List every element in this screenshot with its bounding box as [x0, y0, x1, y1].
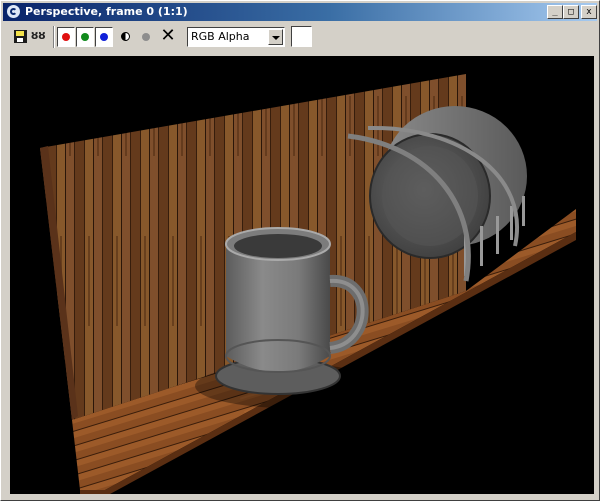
- blue-channel-toggle[interactable]: [95, 27, 113, 47]
- clone-button[interactable]: ȣȣ: [31, 27, 51, 47]
- maximize-button[interactable]: □: [563, 5, 579, 19]
- chevron-down-icon[interactable]: [268, 29, 283, 45]
- half-circle-icon: [121, 32, 130, 41]
- minimize-button[interactable]: _: [547, 5, 563, 19]
- channel-display-value: RGB Alpha: [191, 30, 250, 43]
- blue-channel-icon: [100, 33, 108, 41]
- toolbar-separator: [53, 26, 55, 48]
- channel-display-dropdown[interactable]: RGB Alpha: [187, 27, 285, 47]
- window-title: Perspective, frame 0 (1:1): [25, 5, 188, 18]
- alpha-toggle-button[interactable]: [138, 27, 158, 47]
- save-disk-icon: [14, 30, 27, 43]
- green-channel-icon: [81, 33, 89, 41]
- app-icon[interactable]: [6, 4, 21, 19]
- monochrome-button[interactable]: [118, 27, 138, 47]
- clone-window-icon: ȣȣ: [31, 29, 46, 42]
- frame-toolbar: ȣȣ ✕ RGB Alpha: [3, 23, 597, 51]
- green-channel-toggle[interactable]: [76, 27, 94, 47]
- save-button[interactable]: [11, 27, 31, 47]
- color-swatch[interactable]: [291, 26, 312, 47]
- render-frame-window: Perspective, frame 0 (1:1) _ □ x ȣȣ ✕ RG: [0, 0, 600, 501]
- close-button[interactable]: x: [581, 5, 597, 19]
- title-bar[interactable]: Perspective, frame 0 (1:1) _ □ x: [3, 3, 597, 21]
- render-viewport[interactable]: [10, 56, 594, 494]
- clear-button[interactable]: ✕: [158, 27, 178, 47]
- red-channel-toggle[interactable]: [57, 27, 75, 47]
- gray-dot-icon: [142, 33, 150, 41]
- rendered-scene: [40, 74, 576, 494]
- red-channel-icon: [62, 33, 70, 41]
